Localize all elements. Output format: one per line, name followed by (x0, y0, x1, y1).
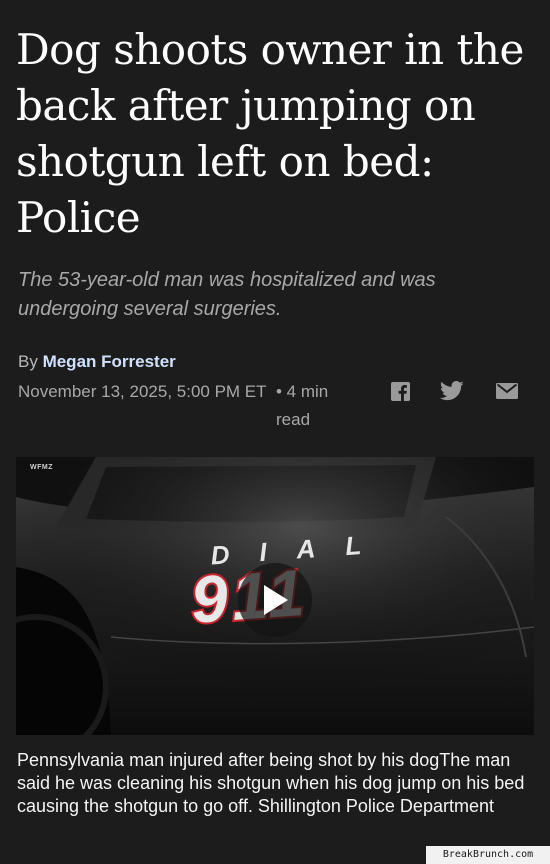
facebook-icon (390, 381, 410, 401)
twitter-share-button[interactable] (440, 380, 464, 402)
facebook-share-button[interactable] (388, 380, 412, 402)
play-button[interactable] (238, 563, 312, 637)
publish-date: November 13, 2025, 5:00 PM ET (18, 382, 267, 401)
article-headline: Dog shoots owner in the back after jumpi… (16, 25, 524, 242)
author-link[interactable]: Megan Forrester (43, 352, 176, 371)
video-player[interactable]: DIAL 911 WFMZ (16, 457, 534, 735)
play-icon (264, 585, 288, 615)
byline-prefix: By (18, 352, 43, 371)
site-credit: BreakBrunch.com (426, 846, 550, 864)
read-time: • 4 min read (276, 382, 329, 429)
email-share-button[interactable] (495, 380, 519, 402)
email-icon (496, 383, 518, 399)
byline: By Megan Forrester (18, 352, 176, 372)
twitter-icon (440, 381, 464, 401)
video-caption: Pennsylvania man injured after being sho… (17, 750, 525, 816)
station-watermark: WFMZ (30, 464, 53, 471)
article-dek: The 53-year-old man was hospitalized and… (18, 269, 436, 320)
